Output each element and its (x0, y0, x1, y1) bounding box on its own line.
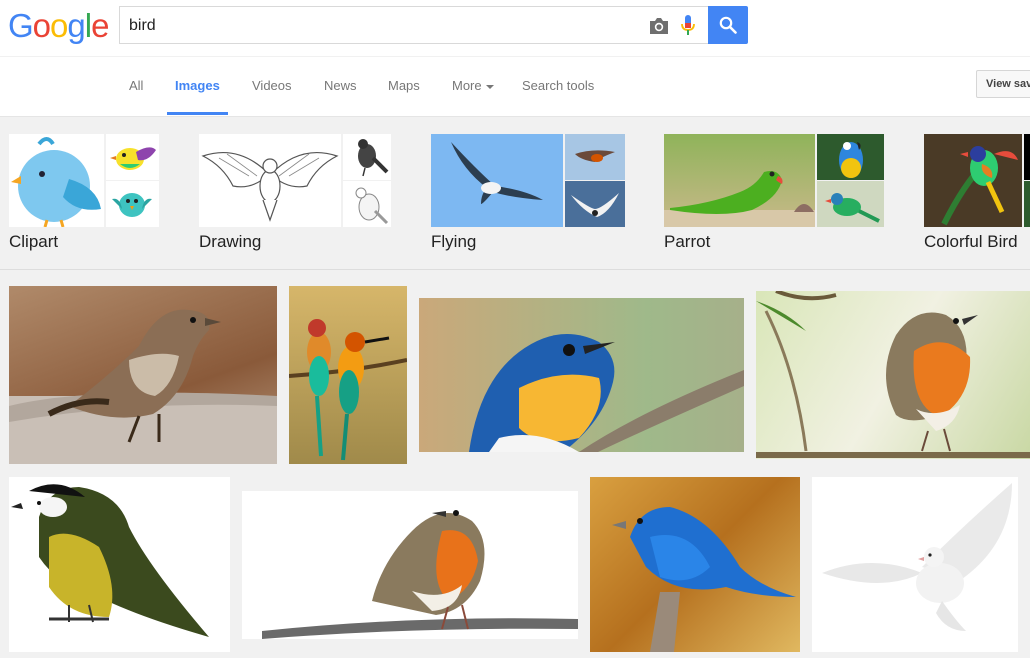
tab-more[interactable]: More (452, 78, 494, 93)
google-logo[interactable]: Google (8, 7, 109, 45)
chip-image-top (817, 134, 884, 180)
mic-icon[interactable] (681, 15, 695, 37)
chevron-down-icon (485, 84, 494, 89)
view-saved-button[interactable]: View saved (976, 70, 1030, 98)
logo-letter-o2: o (50, 7, 68, 44)
tab-news[interactable]: News (324, 78, 357, 93)
chip-image-bottom (817, 181, 884, 227)
chip-image-main (664, 134, 815, 227)
chip-image-main (9, 134, 104, 227)
chip-image-bottom (1024, 181, 1030, 227)
header: Google (0, 0, 1030, 56)
search-input[interactable] (129, 15, 629, 37)
related-chip-label: Drawing (199, 232, 262, 251)
chip-image-top (343, 134, 391, 180)
related-chip-label: Flying (431, 232, 477, 251)
chip-image-main (924, 134, 1022, 227)
logo-letter-e: e (91, 7, 109, 44)
search-box (119, 6, 708, 44)
tab-images[interactable]: Images (175, 78, 220, 93)
chip-image-top (106, 134, 159, 180)
chip-image-bottom (565, 181, 625, 227)
related-chip-label: Colorful Bird (924, 232, 1018, 251)
chip-image-top (565, 134, 625, 180)
tab-videos[interactable]: Videos (252, 78, 292, 93)
camera-icon[interactable] (648, 16, 670, 36)
result-image-blue-flycatcher[interactable] (419, 298, 744, 452)
chip-image-top (1024, 134, 1030, 180)
chip-image-main (431, 134, 563, 227)
logo-letter-o1: o (32, 7, 51, 44)
related-chip-label: Clipart (9, 232, 59, 251)
result-image-robin[interactable] (756, 291, 1030, 459)
result-image-white-dove[interactable] (812, 477, 1018, 652)
chip-image-bottom (106, 181, 159, 227)
chip-image-bottom (343, 181, 391, 227)
result-image-sparrow[interactable] (9, 286, 277, 464)
search-button[interactable] (708, 6, 748, 44)
search-nav: All Images Videos News Maps More Search … (0, 57, 1030, 117)
related-searches: Clipart Drawing Flying Parrot Colorful B… (0, 117, 1030, 270)
search-tools-button[interactable]: Search tools (522, 78, 594, 93)
search-icon (719, 16, 737, 34)
logo-letter-g: G (8, 7, 34, 44)
related-chip-label: Parrot (664, 232, 711, 251)
tab-more-label: More (452, 78, 482, 93)
logo-letter-g2: g (67, 7, 85, 44)
result-image-great-tit[interactable] (9, 477, 230, 652)
result-image-indigo-bunting[interactable] (590, 477, 800, 652)
chip-image-main (199, 134, 341, 227)
active-tab-indicator (167, 112, 228, 115)
result-image-robin-branch[interactable] (242, 491, 578, 639)
result-image-bee-eaters[interactable] (289, 286, 407, 464)
related-chip-colorful-bird[interactable]: Colorful Bird (924, 134, 1030, 269)
tab-maps[interactable]: Maps (388, 78, 420, 93)
tab-all[interactable]: All (129, 78, 143, 93)
